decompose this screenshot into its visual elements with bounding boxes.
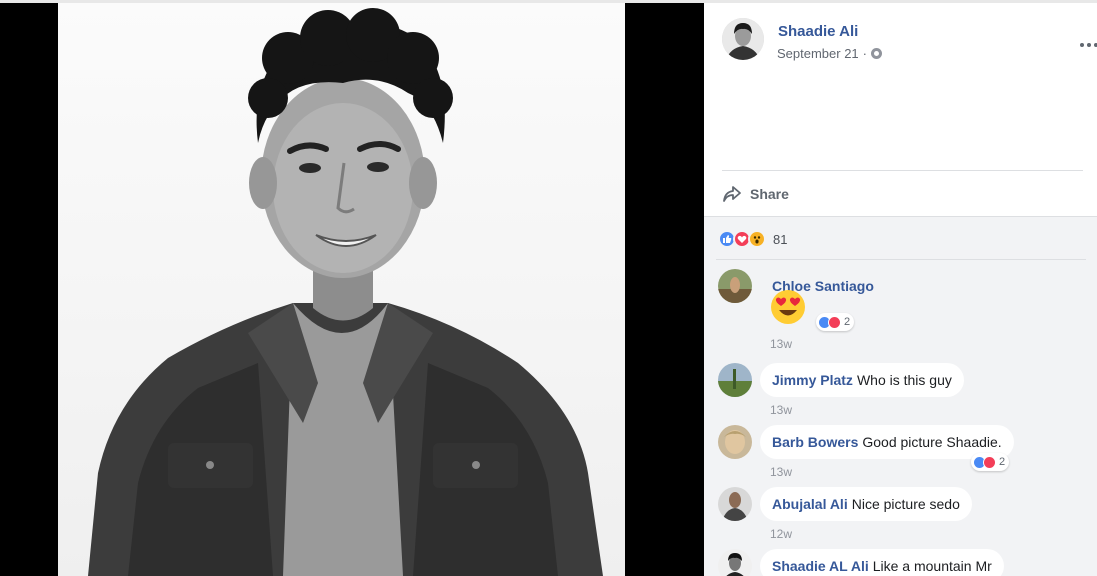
share-label: Share [750,186,789,202]
love-reaction-icon [828,315,841,329]
comment-item: Shaadie AL Ali Like a mountain Mr [718,549,1088,576]
reactions-divider [716,259,1086,260]
love-reaction-icon [983,455,996,469]
comment-time[interactable]: 12w [770,527,792,541]
portrait-illustration [88,8,603,576]
commenter-name[interactable]: Jimmy Platz [772,372,853,388]
heart-eyes-emoji-icon [771,290,805,324]
wow-reaction-icon [748,230,766,248]
comment-reaction-count: 2 [999,456,1006,468]
comment-text: Like a mountain Mr [872,558,992,574]
commenter-avatar[interactable] [718,425,752,459]
comment-time[interactable]: 13w [770,465,792,479]
comment-bubble: Abujalal Ali Nice picture sedo [760,487,972,521]
author-avatar[interactable] [722,18,764,60]
actions-divider [722,170,1083,171]
comment-reactions[interactable]: 2 [971,453,1010,471]
meta-separator: · [862,46,868,61]
comment-item: Jimmy Platz Who is this guy 13w [718,363,1088,417]
more-options-icon[interactable] [1080,40,1097,50]
share-button[interactable]: Share [722,180,789,208]
commenter-avatar[interactable] [718,269,752,303]
comment-reaction-count: 2 [844,316,851,328]
comment-text: Good picture Shaadie. [862,434,1002,450]
post-photo[interactable] [58,3,625,576]
comment-text: Who is this guy [856,372,952,388]
commenter-avatar[interactable] [718,363,752,397]
commenter-avatar[interactable] [718,487,752,521]
post-author-name[interactable]: Shaadie Ali [778,23,858,40]
globe-icon [871,48,883,59]
comment-time[interactable]: 13w [770,337,792,351]
reaction-summary[interactable]: 81 [718,229,787,249]
share-icon [723,186,741,202]
post-panel: Shaadie Ali September 21 · Share 81 Chlo… [704,0,1097,576]
commenter-name[interactable]: Barb Bowers [772,434,858,450]
comment-time[interactable]: 13w [770,403,792,417]
commenter-name[interactable]: Shaadie AL Ali [772,558,869,574]
comment-reactions[interactable]: 2 [816,313,855,331]
comment-item: Abujalal Ali Nice picture sedo 12w [718,487,1088,541]
photo-viewer [0,0,704,576]
comment-item: Chloe Santiago 2 13w [718,269,1088,359]
comment-bubble: Jimmy Platz Who is this guy [760,363,964,397]
comment-text: Nice picture sedo [851,496,960,512]
author-avatar-image [722,18,764,60]
commenter-name[interactable]: Abujalal Ali [772,496,848,512]
comment-item: Barb Bowers Good picture Shaadie. 2 13w [718,425,1088,479]
reaction-count: 81 [773,231,788,247]
comment-bubble: Shaadie AL Ali Like a mountain Mr [760,549,1004,576]
post-header: Shaadie Ali September 21 · [722,18,1097,68]
commenter-avatar[interactable] [718,549,752,576]
post-meta: September 21 · [777,46,883,61]
comments-section: 81 Chloe Santiago 2 13w Jimmy Platz Who … [704,216,1097,576]
panel-top-border [704,0,1097,3]
post-date[interactable]: September 21 [777,46,859,61]
